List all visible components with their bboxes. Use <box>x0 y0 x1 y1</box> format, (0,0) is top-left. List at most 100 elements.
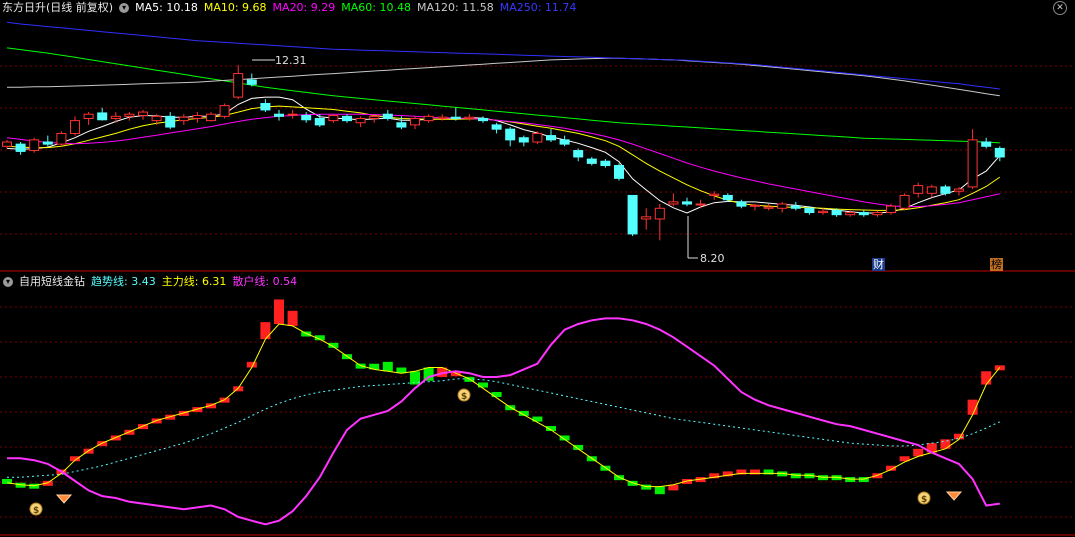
finance-marker[interactable]: 财 <box>872 258 885 271</box>
up-candle <box>287 109 298 119</box>
candle-body <box>804 207 815 214</box>
candle-body <box>994 147 1005 158</box>
diamond-shape <box>55 494 73 504</box>
candle-body <box>682 201 692 205</box>
down-candle <box>981 137 992 149</box>
candle-body <box>736 201 747 207</box>
ma60-line <box>6 47 1000 144</box>
candle-body <box>301 114 312 121</box>
down-candle <box>314 114 325 128</box>
candle-body <box>138 111 148 116</box>
candle-body <box>967 139 978 188</box>
down-candle <box>246 73 257 87</box>
candle-body <box>940 186 951 194</box>
candle-body <box>559 139 570 145</box>
close-icon[interactable]: ✕ <box>1053 1 1067 15</box>
down-candle <box>450 107 461 121</box>
down-candle <box>559 135 570 147</box>
indicator-title: 自用短线金钻 <box>19 275 85 288</box>
diamond-shape <box>945 491 963 501</box>
down-candle <box>260 99 271 113</box>
down-candle <box>736 199 747 209</box>
down-candle <box>790 201 801 211</box>
high-price-label: 12.31 <box>275 54 307 67</box>
candle-body <box>899 194 910 209</box>
main-force-line <box>6 323 1001 488</box>
up-candle <box>967 129 978 190</box>
indicator-bar <box>491 391 502 397</box>
candle-body <box>83 113 94 119</box>
up-candle <box>219 103 230 119</box>
candle-body <box>818 210 828 214</box>
indicator-bar <box>981 371 992 385</box>
up-candle <box>695 199 706 209</box>
candle-body <box>886 205 896 214</box>
up-candle <box>926 184 937 198</box>
ranking-marker[interactable]: 榜 <box>990 258 1003 271</box>
down-candle <box>858 210 869 217</box>
up-candle <box>954 186 964 196</box>
candle-body <box>410 117 420 126</box>
up-candle <box>2 139 12 149</box>
up-candle <box>138 109 148 120</box>
indicator-bars <box>2 299 1005 495</box>
trend-line <box>7 378 1001 478</box>
dropdown-icon[interactable]: ▾ <box>119 3 130 13</box>
candle-body <box>845 212 856 216</box>
ma5-readout: MA5: 10.18 <box>135 1 198 14</box>
down-candle <box>505 127 516 147</box>
up-candle <box>532 131 543 145</box>
main-force-readout: 主力线: 6.31 <box>161 275 227 288</box>
candle-body <box>328 114 339 122</box>
up-candle <box>899 193 910 211</box>
candle-body <box>246 79 257 85</box>
up-candle <box>423 114 434 123</box>
down-candle <box>940 184 951 196</box>
up-candle <box>410 116 420 130</box>
dropdown-icon[interactable]: ▾ <box>3 277 13 287</box>
candle-body <box>614 165 624 179</box>
diamond-icon <box>55 494 73 504</box>
up-candle <box>464 114 475 121</box>
candle-body <box>464 116 475 119</box>
down-candle <box>614 163 624 181</box>
down-candle <box>546 129 556 142</box>
candle-body <box>274 113 284 117</box>
candle-body <box>641 216 652 220</box>
money-bag-symbol: $ <box>921 495 927 505</box>
ma20-readout: MA20: 9.29 <box>272 1 336 14</box>
candle-body <box>219 105 230 117</box>
ma120-line <box>7 57 1000 97</box>
down-candle <box>274 109 284 121</box>
candle-body <box>858 212 869 216</box>
up-candle <box>777 201 788 213</box>
ma10-line <box>6 105 1001 211</box>
retail-line-readout: 散户线: 0.54 <box>232 275 298 288</box>
money-bag-symbol: $ <box>461 392 467 402</box>
indicator-bar <box>940 439 951 449</box>
indicator-bar <box>274 299 284 325</box>
candle-body <box>29 139 40 152</box>
candle-body <box>777 203 788 209</box>
indicator-panel-grid <box>0 306 1075 518</box>
down-candle <box>518 135 529 147</box>
down-candle <box>600 159 611 168</box>
money-bag-icon: $ <box>29 502 43 516</box>
candle-body <box>831 209 842 216</box>
up-candle <box>192 112 203 123</box>
down-candle <box>301 112 312 123</box>
signal-icons: $ $ $ <box>29 388 963 516</box>
candle-body <box>192 114 203 119</box>
candle-body <box>15 143 26 152</box>
ma20-line <box>6 113 1000 208</box>
up-candle <box>178 114 189 125</box>
candle-body <box>981 141 992 147</box>
candle-body <box>206 113 216 122</box>
candle-body <box>532 132 543 143</box>
low-price-label: 8.20 <box>700 252 725 265</box>
candle-body <box>178 116 189 122</box>
up-candle <box>83 112 94 125</box>
candle-body <box>450 116 461 119</box>
candle-body <box>396 122 407 128</box>
ma10-readout: MA10: 9.68 <box>203 1 267 14</box>
